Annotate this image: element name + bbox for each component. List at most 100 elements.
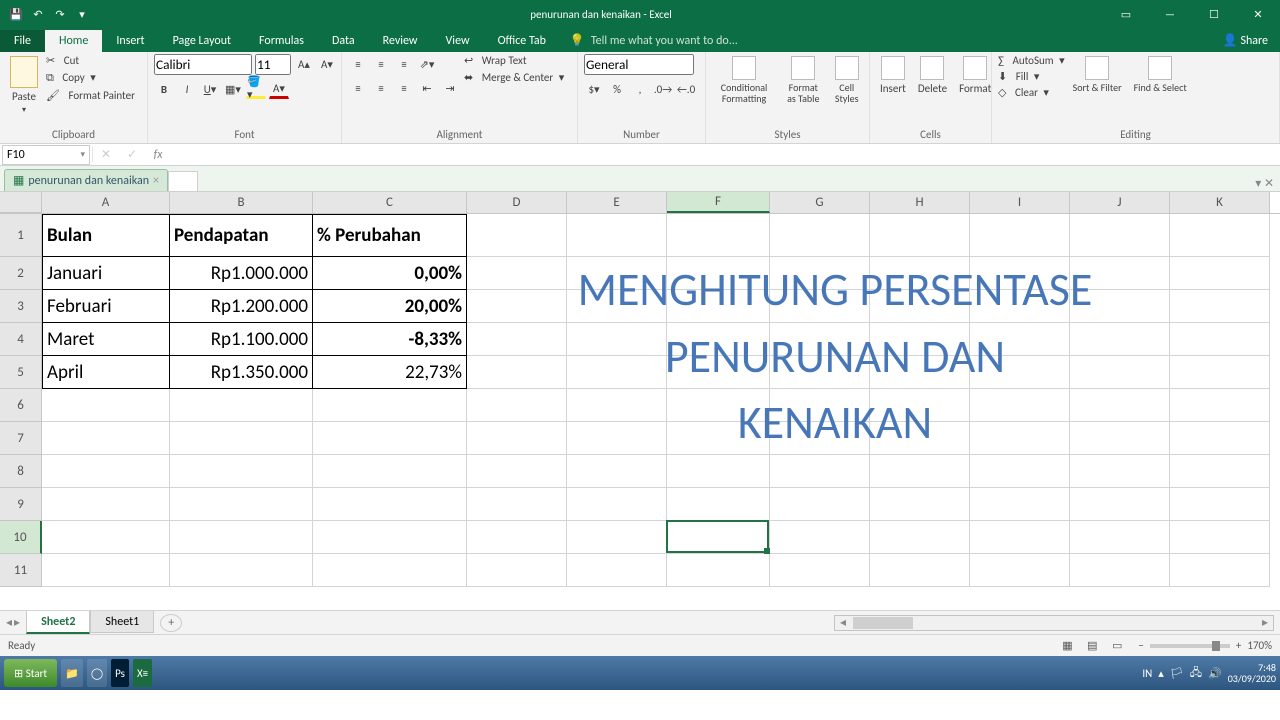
- row-header-7[interactable]: 7: [0, 422, 42, 455]
- start-button[interactable]: ⊞ Start: [4, 659, 57, 687]
- tray-show-hidden-icon[interactable]: ▴: [1158, 667, 1164, 680]
- cell-I10[interactable]: [970, 521, 1070, 554]
- cell-A3[interactable]: Februari: [42, 290, 170, 323]
- cell-F11[interactable]: [667, 554, 770, 587]
- cell-B5[interactable]: Rp1.350.000: [170, 356, 313, 389]
- cell-G9[interactable]: [770, 488, 870, 521]
- cell-H11[interactable]: [870, 554, 970, 587]
- cell-K10[interactable]: [1170, 521, 1270, 554]
- align-right-icon[interactable]: ≡: [394, 78, 414, 98]
- cell-E11[interactable]: [567, 554, 667, 587]
- cell-H9[interactable]: [870, 488, 970, 521]
- cell-F2[interactable]: [667, 257, 770, 290]
- cell-F3[interactable]: [667, 290, 770, 323]
- cell-C4[interactable]: -8,33%: [313, 323, 467, 356]
- cell-J4[interactable]: [1070, 323, 1170, 356]
- cell-E6[interactable]: [567, 389, 667, 422]
- excel-taskbar-icon[interactable]: X≡: [133, 659, 152, 687]
- cell-G11[interactable]: [770, 554, 870, 587]
- horizontal-scrollbar[interactable]: ◂ ▸: [834, 615, 1274, 631]
- cell-H8[interactable]: [870, 455, 970, 488]
- cell-H10[interactable]: [870, 521, 970, 554]
- cell-E1[interactable]: [567, 214, 667, 257]
- column-header-H[interactable]: H: [870, 192, 970, 213]
- sort-filter-button[interactable]: Sort & Filter: [1069, 54, 1126, 95]
- taskbar-clock[interactable]: 7:48 03/09/2020: [1228, 662, 1276, 684]
- tab-insert[interactable]: Insert: [102, 30, 158, 52]
- cell-B1[interactable]: Pendapatan: [170, 214, 313, 257]
- cell-G5[interactable]: [770, 356, 870, 389]
- row-header-8[interactable]: 8: [0, 455, 42, 488]
- cell-A8[interactable]: [42, 455, 170, 488]
- cell-C5[interactable]: 22,73%: [313, 356, 467, 389]
- cell-A5[interactable]: April: [42, 356, 170, 389]
- cell-I4[interactable]: [970, 323, 1070, 356]
- view-normal-icon[interactable]: ▦: [1057, 636, 1077, 655]
- cell-J1[interactable]: [1070, 214, 1170, 257]
- wrap-text-button[interactable]: ↩ Wrap Text: [464, 54, 564, 67]
- italic-button[interactable]: I: [177, 79, 197, 99]
- sheet-nav-prev-icon[interactable]: ◂: [6, 615, 12, 630]
- align-center-icon[interactable]: ≡: [371, 78, 391, 98]
- zoom-in-icon[interactable]: +: [1236, 639, 1241, 652]
- insert-cells-button[interactable]: Insert: [876, 54, 910, 97]
- tab-view[interactable]: View: [432, 30, 484, 52]
- cell-C8[interactable]: [313, 455, 467, 488]
- cell-B10[interactable]: [170, 521, 313, 554]
- cell-A10[interactable]: [42, 521, 170, 554]
- cell-I7[interactable]: [970, 422, 1070, 455]
- copy-button[interactable]: ⧉ Copy ▾: [46, 71, 135, 85]
- cell-D2[interactable]: [467, 257, 567, 290]
- workbook-tab[interactable]: ▦ penurunan dan kenaikan ×: [4, 169, 168, 191]
- view-pagebreak-icon[interactable]: ▭: [1107, 636, 1127, 655]
- cell-A6[interactable]: [42, 389, 170, 422]
- cell-J3[interactable]: [1070, 290, 1170, 323]
- sheet-tab-other[interactable]: Sheet1: [90, 611, 154, 633]
- cell-H4[interactable]: [870, 323, 970, 356]
- align-left-icon[interactable]: ≡: [348, 78, 368, 98]
- ribbon-options-icon[interactable]: ▭: [1104, 0, 1148, 28]
- redo-icon[interactable]: ↷: [52, 6, 68, 22]
- cell-D8[interactable]: [467, 455, 567, 488]
- qat-more-icon[interactable]: ▾: [74, 6, 90, 22]
- decrease-decimal-icon[interactable]: ←.0: [676, 79, 696, 99]
- cell-H5[interactable]: [870, 356, 970, 389]
- cell-K7[interactable]: [1170, 422, 1270, 455]
- zoom-out-icon[interactable]: −: [1138, 639, 1143, 652]
- comma-icon[interactable]: ,: [630, 79, 650, 99]
- cell-C6[interactable]: [313, 389, 467, 422]
- row-header-3[interactable]: 3: [0, 290, 42, 323]
- cell-E7[interactable]: [567, 422, 667, 455]
- cell-K2[interactable]: [1170, 257, 1270, 290]
- cell-I3[interactable]: [970, 290, 1070, 323]
- new-workbook-tab[interactable]: [168, 171, 198, 191]
- cell-D4[interactable]: [467, 323, 567, 356]
- cell-B4[interactable]: Rp1.100.000: [170, 323, 313, 356]
- tab-page-layout[interactable]: Page Layout: [159, 30, 245, 52]
- row-header-2[interactable]: 2: [0, 257, 42, 290]
- undo-icon[interactable]: ↶: [30, 6, 46, 22]
- cell-D10[interactable]: [467, 521, 567, 554]
- tab-file[interactable]: File: [0, 30, 45, 52]
- select-all-corner[interactable]: [0, 192, 42, 213]
- scroll-thumb[interactable]: [853, 617, 913, 629]
- add-sheet-button[interactable]: +: [160, 614, 182, 632]
- tab-home[interactable]: Home: [45, 30, 102, 52]
- row-header-11[interactable]: 11: [0, 554, 42, 587]
- cell-B3[interactable]: Rp1.200.000: [170, 290, 313, 323]
- cell-A1[interactable]: Bulan: [42, 214, 170, 257]
- cell-C11[interactable]: [313, 554, 467, 587]
- cell-B8[interactable]: [170, 455, 313, 488]
- tray-volume-icon[interactable]: 🔊: [1208, 667, 1222, 680]
- align-middle-icon[interactable]: ≡: [371, 54, 391, 74]
- conditional-formatting-button[interactable]: Conditional Formatting: [712, 54, 776, 106]
- column-header-C[interactable]: C: [313, 192, 467, 213]
- cell-E10[interactable]: [567, 521, 667, 554]
- cell-F10[interactable]: [667, 521, 770, 554]
- merge-center-button[interactable]: ⬌ Merge & Center ▾: [464, 71, 564, 84]
- save-icon[interactable]: 💾: [8, 6, 24, 22]
- cell-D5[interactable]: [467, 356, 567, 389]
- border-button[interactable]: ▦▾: [223, 79, 243, 99]
- name-box[interactable]: F10▾: [2, 145, 90, 165]
- cell-E4[interactable]: [567, 323, 667, 356]
